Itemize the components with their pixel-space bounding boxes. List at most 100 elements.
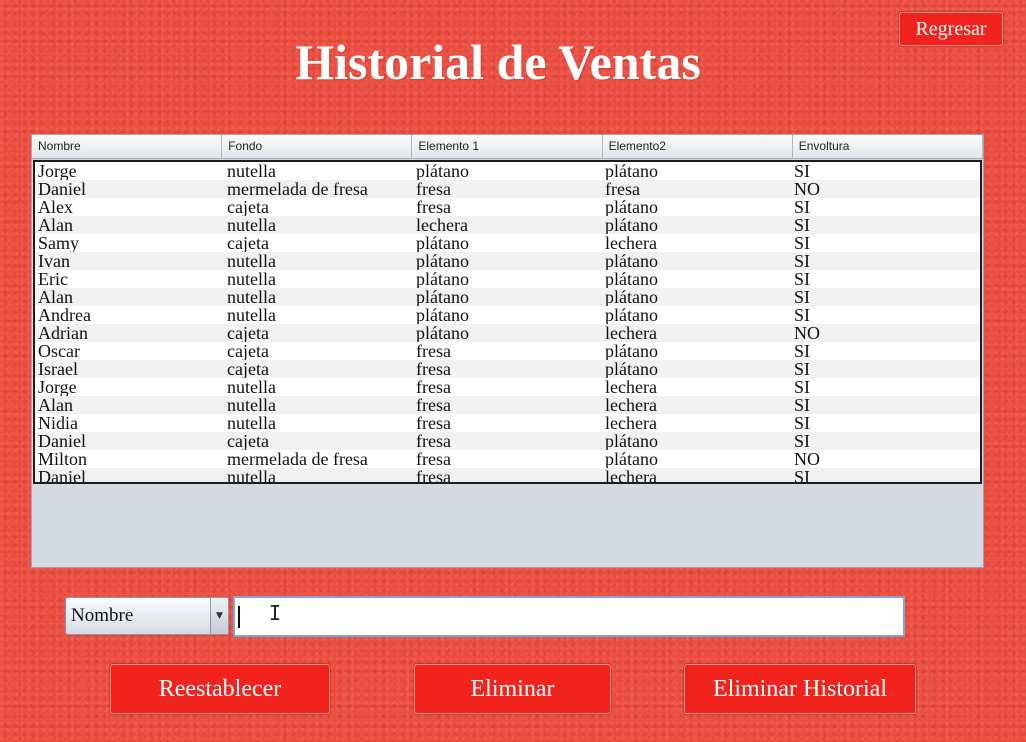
cell-envoltura: SI <box>794 396 811 414</box>
search-field-value: Nombre <box>71 605 134 626</box>
cell-elemento-2: plátano <box>605 342 658 360</box>
cell-nombre: Andrea <box>38 306 91 324</box>
search-input[interactable] <box>233 596 905 637</box>
table-row[interactable]: Samy cajeta plátano lechera SI <box>35 234 980 252</box>
cell-envoltura: SI <box>794 234 811 252</box>
table-row[interactable]: Milton mermelada de fresa fresa plátano NO <box>35 450 980 468</box>
cell-nombre: Alan <box>38 396 73 414</box>
delete-button[interactable]: Eliminar <box>414 664 611 714</box>
delete-history-button[interactable]: Eliminar Historial <box>684 664 916 714</box>
cell-nombre: Jorge <box>38 162 77 180</box>
cell-elemento-2: plátano <box>605 216 658 234</box>
table-row[interactable]: Daniel nutella fresa lechera SI <box>35 468 980 484</box>
cell-elemento-1: fresa <box>416 432 451 450</box>
cell-elemento-2: plátano <box>605 432 658 450</box>
cell-nombre: Alex <box>38 198 73 216</box>
cell-elemento-1: fresa <box>416 378 451 396</box>
cell-fondo: nutella <box>227 414 276 432</box>
cell-elemento-2: lechera <box>605 378 657 396</box>
cell-fondo: cajeta <box>227 234 269 252</box>
cell-fondo: nutella <box>227 162 276 180</box>
cell-nombre: Daniel <box>38 432 86 450</box>
column-header-envoltura[interactable]: Envoltura <box>793 135 983 158</box>
cell-fondo: mermelada de fresa <box>227 180 368 198</box>
table-row[interactable]: Eric nutella plátano plátano SI <box>35 270 980 288</box>
chevron-down-icon[interactable]: ▼ <box>210 598 228 634</box>
cell-fondo: nutella <box>227 378 276 396</box>
table-row[interactable]: Daniel mermelada de fresa fresa fresa NO <box>35 180 980 198</box>
cell-nombre: Alan <box>38 288 73 306</box>
cell-elemento-1: plátano <box>416 234 469 252</box>
cell-elemento-1: plátano <box>416 162 469 180</box>
cell-elemento-1: fresa <box>416 180 451 198</box>
table-row[interactable]: Alex cajeta fresa plátano SI <box>35 198 980 216</box>
cell-elemento-1: plátano <box>416 288 469 306</box>
cell-nombre: Nidia <box>38 414 78 432</box>
cell-fondo: nutella <box>227 468 276 484</box>
cell-fondo: cajeta <box>227 432 269 450</box>
cell-elemento-1: plátano <box>416 324 469 342</box>
cell-nombre: Jorge <box>38 378 77 396</box>
back-button[interactable]: Regresar <box>899 12 1003 46</box>
cell-elemento-1: fresa <box>416 342 451 360</box>
cell-fondo: cajeta <box>227 324 269 342</box>
cell-elemento-1: fresa <box>416 360 451 378</box>
cell-elemento-1: fresa <box>416 468 451 484</box>
cell-envoltura: SI <box>794 198 811 216</box>
table-row[interactable]: Andrea nutella plátano plátano SI <box>35 306 980 324</box>
cell-envoltura: SI <box>794 306 811 324</box>
cell-elemento-2: lechera <box>605 234 657 252</box>
table-row[interactable]: Alan nutella plátano plátano SI <box>35 288 980 306</box>
page-title: Historial de Ventas <box>295 34 701 90</box>
search-field-select[interactable]: Nombre ▼ <box>65 597 229 635</box>
table-row[interactable]: Jorge nutella fresa lechera SI <box>35 378 980 396</box>
column-header-elemento-2[interactable]: Elemento2 <box>603 135 793 158</box>
cell-elemento-1: lechera <box>416 216 468 234</box>
cell-envoltura: SI <box>794 342 811 360</box>
cell-elemento-2: fresa <box>605 180 640 198</box>
cell-fondo: nutella <box>227 288 276 306</box>
table-row[interactable]: Nidia nutella fresa lechera SI <box>35 414 980 432</box>
cell-fondo: cajeta <box>227 342 269 360</box>
column-header-nombre[interactable]: Nombre <box>32 135 223 158</box>
cell-elemento-2: plátano <box>605 252 658 270</box>
cell-fondo: cajeta <box>227 198 269 216</box>
cell-fondo: nutella <box>227 396 276 414</box>
cell-nombre: Daniel <box>38 468 86 484</box>
cell-elemento-2: lechera <box>605 414 657 432</box>
table-header: Nombre Fondo Elemento 1 Elemento2 Envolt… <box>32 135 983 159</box>
table-row[interactable]: Daniel cajeta fresa plátano SI <box>35 432 980 450</box>
cell-elemento-1: fresa <box>416 396 451 414</box>
cell-envoltura: SI <box>794 252 811 270</box>
cell-elemento-2: plátano <box>605 306 658 324</box>
cell-envoltura: SI <box>794 414 811 432</box>
cell-envoltura: SI <box>794 270 811 288</box>
cell-envoltura: SI <box>794 216 811 234</box>
table-row[interactable]: Oscar cajeta fresa plátano SI <box>35 342 980 360</box>
cell-elemento-2: lechera <box>605 324 657 342</box>
cell-envoltura: NO <box>794 324 820 342</box>
table-row[interactable]: Israel cajeta fresa plátano SI <box>35 360 980 378</box>
cell-envoltura: SI <box>794 288 811 306</box>
column-header-elemento-1[interactable]: Elemento 1 <box>412 135 603 158</box>
reset-button[interactable]: Reestablecer <box>110 664 330 714</box>
table-row[interactable]: Adrian cajeta plátano lechera NO <box>35 324 980 342</box>
cell-elemento-1: fresa <box>416 414 451 432</box>
cell-nombre: Daniel <box>38 180 86 198</box>
cell-elemento-1: plátano <box>416 270 469 288</box>
table-row[interactable]: Jorge nutella plátano plátano SI <box>35 162 980 180</box>
table-row[interactable]: Alan nutella lechera plátano SI <box>35 216 980 234</box>
cell-nombre: Eric <box>38 270 68 288</box>
cell-fondo: nutella <box>227 306 276 324</box>
sales-history-table: Nombre Fondo Elemento 1 Elemento2 Envolt… <box>31 134 984 568</box>
table-body: Jorge nutella plátano plátano SI Daniel mermel… <box>33 160 982 484</box>
table-row[interactable]: Alan nutella fresa lechera SI <box>35 396 980 414</box>
cell-elemento-2: plátano <box>605 162 658 180</box>
cell-elemento-2: plátano <box>605 270 658 288</box>
cell-fondo: nutella <box>227 270 276 288</box>
cell-nombre: Milton <box>38 450 88 468</box>
cell-envoltura: SI <box>794 432 811 450</box>
cell-elemento-1: plátano <box>416 306 469 324</box>
column-header-fondo[interactable]: Fondo <box>222 135 413 158</box>
table-row[interactable]: Ivan nutella plátano plátano SI <box>35 252 980 270</box>
